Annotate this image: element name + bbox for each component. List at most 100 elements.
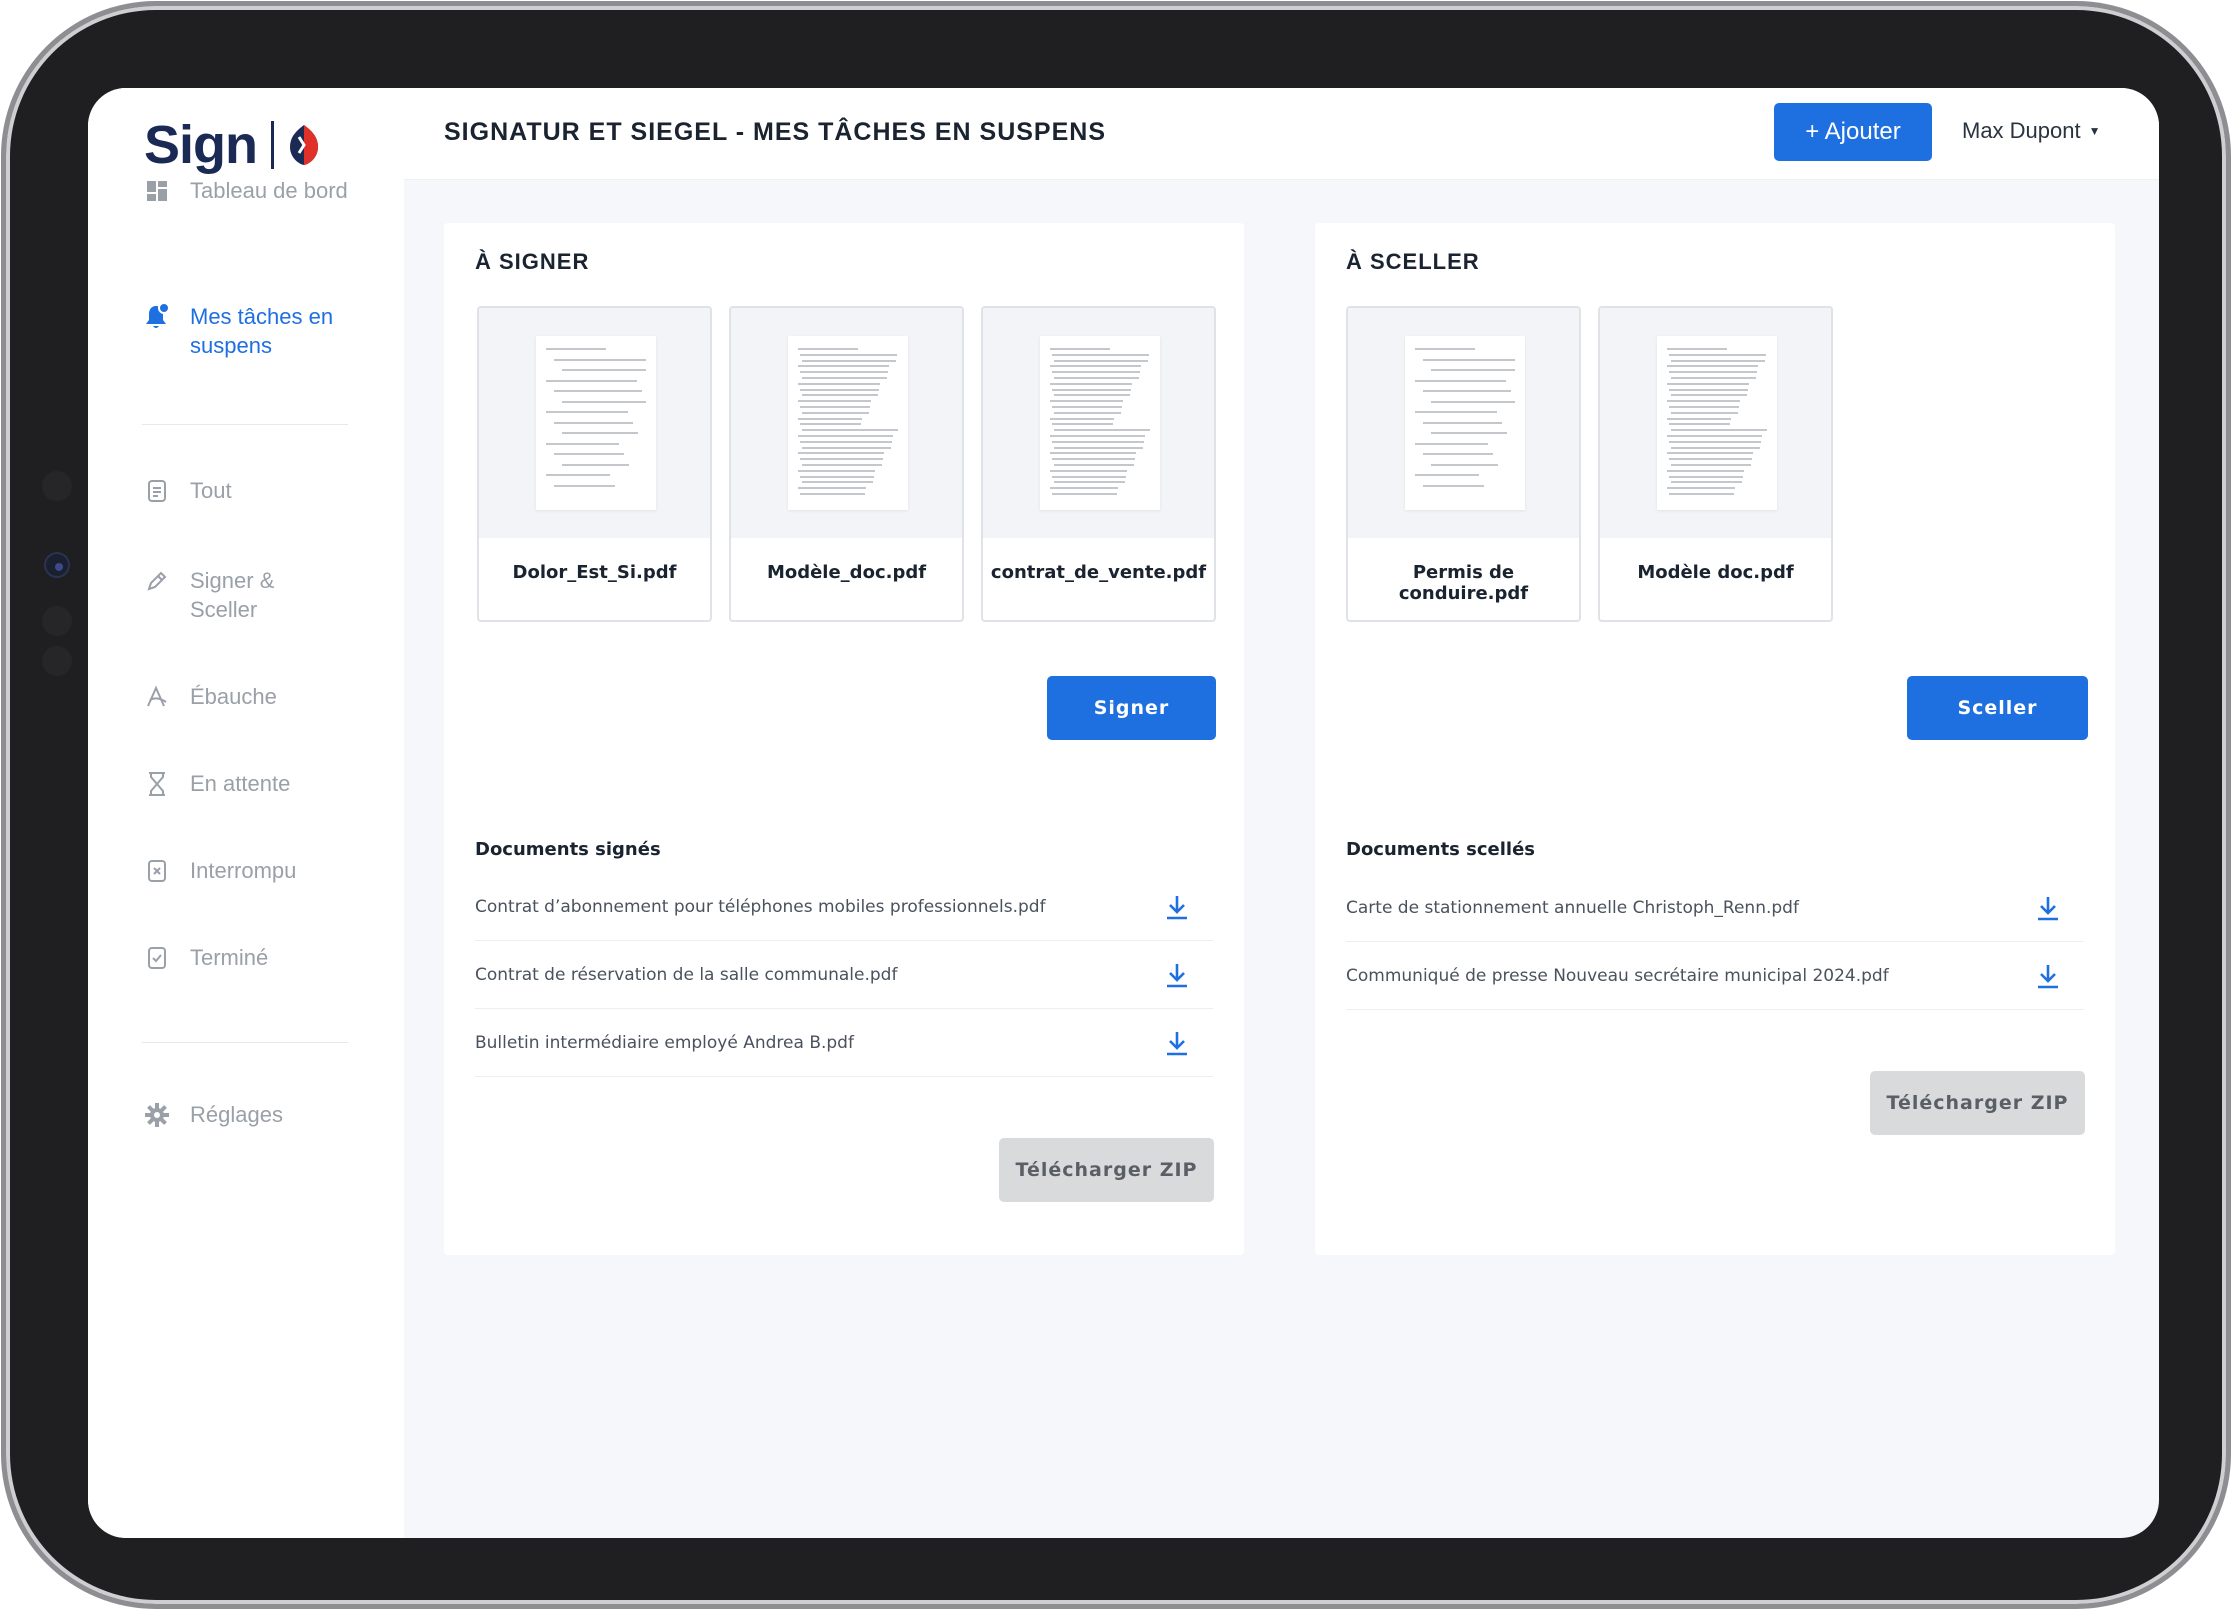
sidebar-divider: [142, 1042, 348, 1043]
preview-text-line: [1415, 348, 1475, 350]
download-icon[interactable]: [1161, 1027, 1193, 1059]
preview-text-line: [1669, 458, 1752, 461]
preview-text-line: [562, 400, 646, 403]
preview-text-line: [1669, 423, 1730, 426]
preview-text-line: [1669, 388, 1748, 391]
document-thumbnail: [1600, 308, 1831, 538]
sidebar-item-label: En attente: [190, 771, 291, 796]
sidebar-item-waiting[interactable]: En attente: [144, 769, 290, 798]
download-zip-button[interactable]: Télécharger ZIP: [999, 1138, 1214, 1202]
preview-text-line: [800, 388, 879, 391]
file-row: Contrat d’abonnement pour téléphones mob…: [475, 873, 1213, 941]
preview-text-line: [1052, 371, 1140, 374]
document-card[interactable]: Permis de conduire.pdf: [1346, 306, 1581, 622]
preview-text-line: [1667, 487, 1735, 490]
preview-text-line: [1052, 493, 1117, 495]
preview-text-line: [1052, 406, 1122, 408]
shield-logo-icon: [290, 125, 318, 165]
sidebar-item-all[interactable]: Tout: [144, 476, 232, 505]
download-icon[interactable]: [1161, 891, 1193, 923]
document-preview: [788, 336, 908, 510]
preview-text-line: [802, 481, 873, 484]
preview-text-line: [546, 474, 610, 476]
sealed-documents-title: Documents scellés: [1346, 839, 1536, 860]
tablet-frame: Sign Tableau de bord Mes tâches en suspe…: [6, 6, 2226, 1604]
sidebar: Sign Tableau de bord Mes tâches en suspe…: [88, 88, 404, 1538]
sidebar-item-sign-seal[interactable]: Signer & Sceller: [144, 566, 274, 624]
sign-panel: À SIGNER Dolor_Est_Si.pdf Modèle_doc.pdf…: [444, 223, 1244, 1255]
preview-text-line: [1054, 359, 1148, 362]
document-card[interactable]: Modèle_doc.pdf: [729, 306, 964, 622]
sidebar-item-label: Mes tâches en suspens: [190, 304, 334, 358]
document-card[interactable]: contrat_de_vente.pdf: [981, 306, 1216, 622]
preview-text-line: [562, 432, 638, 434]
document-card[interactable]: Modèle doc.pdf: [1598, 306, 1833, 622]
caret-down-icon: ▼: [2088, 124, 2101, 138]
sidebar-item-label: Tableau de bord: [190, 178, 348, 203]
preview-text-line: [1050, 348, 1110, 350]
preview-text-line: [1431, 369, 1515, 371]
file-name: Carte de stationnement annuelle Christop…: [1346, 897, 1799, 918]
camera-lens: [44, 552, 70, 578]
add-button[interactable]: + Ajouter: [1774, 103, 1932, 161]
sidebar-item-label: Signer & Sceller: [190, 568, 275, 622]
preview-text-line: [798, 435, 893, 437]
preview-text-line: [1671, 377, 1756, 379]
download-icon[interactable]: [1161, 959, 1193, 991]
file-name: Contrat de réservation de la salle commu…: [475, 964, 898, 985]
preview-text-line: [1415, 474, 1479, 476]
preview-text-line: [1669, 406, 1739, 408]
document-thumbnail: [479, 308, 710, 538]
preview-text-line: [1054, 377, 1139, 379]
preview-text-line: [798, 382, 880, 385]
file-name: Contrat d’abonnement pour téléphones mob…: [475, 896, 1046, 917]
sidebar-item-dashboard[interactable]: Tableau de bord: [144, 176, 348, 205]
preview-text-line: [1669, 371, 1757, 374]
sidebar-item-draft[interactable]: Ébauche: [144, 682, 277, 711]
preview-text-line: [1050, 487, 1118, 490]
preview-text-line: [800, 371, 888, 374]
document-card[interactable]: Dolor_Est_Si.pdf: [477, 306, 712, 622]
preview-text-line: [800, 440, 892, 443]
preview-text-line: [546, 411, 628, 413]
preview-text-line: [1415, 411, 1497, 413]
sidebar-item-label: Ébauche: [190, 684, 277, 709]
preview-text-line: [798, 348, 858, 350]
preview-text-line: [798, 417, 862, 420]
preview-text-line: [798, 365, 889, 368]
sidebar-item-pending-tasks[interactable]: Mes tâches en suspens: [144, 302, 333, 360]
preview-text-line: [554, 358, 646, 361]
download-zip-button[interactable]: Télécharger ZIP: [1870, 1071, 2085, 1135]
preview-text-line: [554, 453, 624, 455]
preview-text-line: [1054, 481, 1125, 484]
preview-text-line: [1671, 446, 1760, 449]
sidebar-item-interrupted[interactable]: Interrompu: [144, 856, 296, 885]
dashboard-icon: [144, 178, 170, 204]
preview-text-line: [1054, 394, 1130, 397]
file-row: Carte de stationnement annuelle Christop…: [1346, 874, 2084, 942]
user-menu[interactable]: Max Dupont ▼: [1962, 118, 2101, 144]
top-bar: SIGNATUR ET SIEGEL - MES TÂCHES EN SUSPE…: [404, 88, 2159, 180]
preview-text-line: [554, 484, 615, 487]
preview-text-line: [1052, 475, 1126, 478]
preview-text-line: [1667, 417, 1731, 420]
sidebar-item-done[interactable]: Terminé: [144, 943, 268, 972]
preview-text-line: [1667, 452, 1753, 455]
preview-text-line: [1050, 417, 1114, 420]
seal-button[interactable]: Sceller: [1907, 676, 2088, 740]
preview-text-line: [1054, 464, 1134, 466]
download-icon[interactable]: [2032, 892, 2064, 924]
document-preview: [536, 336, 656, 510]
download-icon[interactable]: [2032, 960, 2064, 992]
preview-text-line: [562, 369, 646, 371]
sidebar-item-label: Réglages: [190, 1102, 283, 1127]
preview-text-line: [1415, 442, 1488, 445]
side-sensor: [42, 646, 72, 676]
sign-button[interactable]: Signer: [1047, 676, 1216, 740]
sidebar-item-settings[interactable]: Réglages: [144, 1100, 283, 1129]
signed-documents-title: Documents signés: [475, 839, 661, 860]
preview-text-line: [1669, 440, 1761, 443]
app-logo[interactable]: Sign: [144, 110, 322, 180]
preview-text-line: [802, 377, 887, 379]
sidebar-item-label: Tout: [190, 478, 232, 503]
